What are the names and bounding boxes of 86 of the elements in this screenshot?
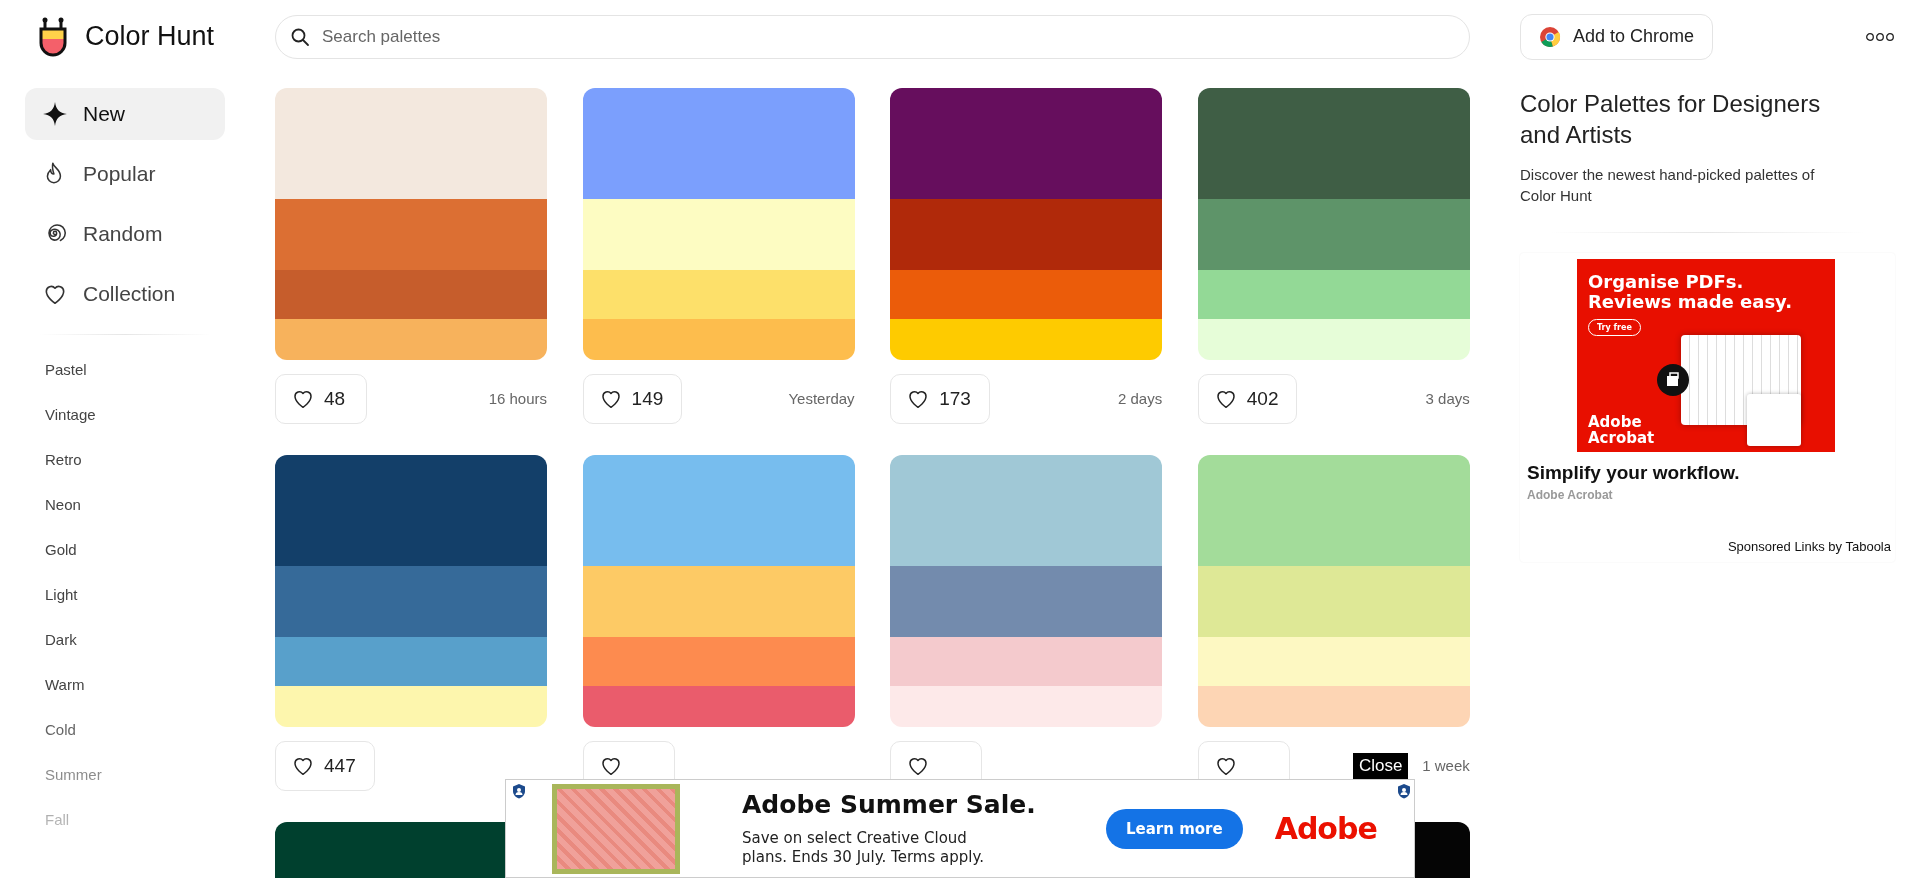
color-swatch[interactable]	[582, 455, 855, 566]
nav-item[interactable]: Popular	[25, 148, 225, 200]
nav-item[interactable]: New	[25, 88, 225, 140]
ad-source: Adobe Acrobat	[1527, 488, 1614, 502]
category-link[interactable]: Light	[25, 572, 225, 617]
color-swatch[interactable]	[275, 270, 547, 319]
heart-icon	[1216, 390, 1235, 408]
more-options-icon[interactable]	[1865, 31, 1895, 42]
logo-text[interactable]: Color Hunt	[85, 21, 215, 52]
time-label: Yesterday	[788, 390, 855, 407]
like-button[interactable]: 447	[275, 741, 375, 791]
chrome-icon	[1539, 25, 1561, 48]
heart-icon	[294, 390, 312, 408]
heart-icon	[909, 757, 928, 775]
color-swatch[interactable]	[890, 319, 1163, 360]
shield-icon[interactable]	[1396, 783, 1412, 800]
color-swatch[interactable]	[275, 455, 547, 566]
color-swatch[interactable]	[582, 319, 855, 360]
heart-icon	[601, 757, 620, 775]
color-swatch[interactable]	[1197, 566, 1470, 637]
color-swatch[interactable]	[582, 637, 855, 686]
add-to-chrome-button[interactable]: Add to Chrome	[1520, 13, 1714, 60]
heart-icon	[1216, 757, 1235, 775]
banner-text: Save on select Creative Cloud plans. Ends 30 July. Terms apply.	[742, 829, 985, 867]
ad-image-headline: Organise PDFs. Reviews made easy.	[1588, 272, 1794, 312]
color-swatch[interactable]	[890, 455, 1163, 566]
time-label: 1 week	[1422, 757, 1470, 774]
color-swatch[interactable]	[275, 566, 547, 637]
shield-icon	[511, 783, 527, 800]
learn-more-button[interactable]: Learn more	[1106, 808, 1243, 849]
nav-item[interactable]: Random	[25, 208, 225, 260]
sponsored-credit[interactable]: Sponsored Links by Taboola	[1727, 539, 1891, 554]
brand-logo-text: Adobe	[1274, 811, 1377, 846]
color-swatch[interactable]	[1197, 199, 1470, 270]
page-heading: Color Palettes for Designers and Artists	[1520, 89, 1822, 150]
close-button[interactable]: Close	[1353, 753, 1409, 779]
ad-headline[interactable]: Simplify your workflow.	[1527, 462, 1895, 484]
like-button[interactable]: 48	[275, 374, 367, 424]
heart-icon	[294, 757, 312, 775]
color-swatch[interactable]	[582, 199, 855, 270]
color-swatch[interactable]	[1197, 319, 1470, 360]
ad-image-brand: Adobe Acrobat	[1588, 414, 1656, 446]
color-swatch[interactable]	[1197, 270, 1470, 319]
color-swatch[interactable]	[275, 686, 547, 727]
banner-headline: Adobe Summer Sale.	[742, 790, 1037, 819]
ad-image[interactable]: Organise PDFs. Reviews made easy. Try free Adobe Acrobat	[1577, 259, 1835, 452]
time-label: 3 days	[1425, 390, 1470, 407]
search-icon	[290, 26, 310, 47]
color-swatch[interactable]	[582, 88, 855, 199]
heart-icon	[909, 390, 928, 408]
category-link[interactable]: Pastel	[25, 347, 225, 392]
color-swatch[interactable]	[582, 566, 855, 637]
color-swatch[interactable]	[890, 566, 1163, 637]
color-swatch[interactable]	[890, 199, 1163, 270]
category-link[interactable]: Dark	[25, 617, 225, 662]
category-link[interactable]: Cold	[25, 707, 225, 752]
like-button[interactable]: 149	[582, 374, 683, 424]
color-swatch[interactable]	[275, 199, 547, 270]
color-swatch[interactable]	[890, 637, 1163, 686]
like-button[interactable]: 173	[890, 374, 990, 424]
nav-item[interactable]: Collection	[25, 268, 225, 320]
like-button[interactable]: 402	[1197, 374, 1298, 424]
color-swatch[interactable]	[582, 270, 855, 319]
color-swatch[interactable]	[1197, 637, 1470, 686]
color-swatch[interactable]	[1197, 455, 1470, 566]
category-link[interactable]: Neon	[25, 482, 225, 527]
sparkle-icon	[42, 101, 68, 127]
color-swatch[interactable]	[1197, 686, 1470, 727]
time-label: 2 days	[1118, 390, 1163, 407]
color-swatch[interactable]	[275, 319, 547, 360]
color-swatch[interactable]	[582, 686, 855, 727]
color-swatch[interactable]	[890, 88, 1163, 199]
color-swatch[interactable]	[275, 637, 547, 686]
search-input[interactable]: Search palettes	[320, 25, 1455, 48]
time-label: 16 hours	[488, 390, 547, 407]
category-link[interactable]: Vintage	[25, 392, 225, 437]
page-description: Discover the newest hand-picked palettes of Color Hunt	[1520, 165, 1816, 206]
color-swatch[interactable]	[890, 686, 1163, 727]
color-swatch[interactable]	[1197, 88, 1470, 199]
category-link[interactable]: Retro	[25, 437, 225, 482]
color-swatch[interactable]	[890, 270, 1163, 319]
category-link[interactable]: Gold	[25, 527, 225, 572]
color-swatch[interactable]	[275, 88, 547, 199]
heart-icon	[601, 390, 620, 408]
category-link[interactable]: Warm	[25, 662, 225, 707]
ad-toast[interactable]: Adobe Summer Sale. Save on select Creative Cloud plans. Ends 30 July. Terms apply. Learn more Adobe	[505, 779, 1415, 878]
